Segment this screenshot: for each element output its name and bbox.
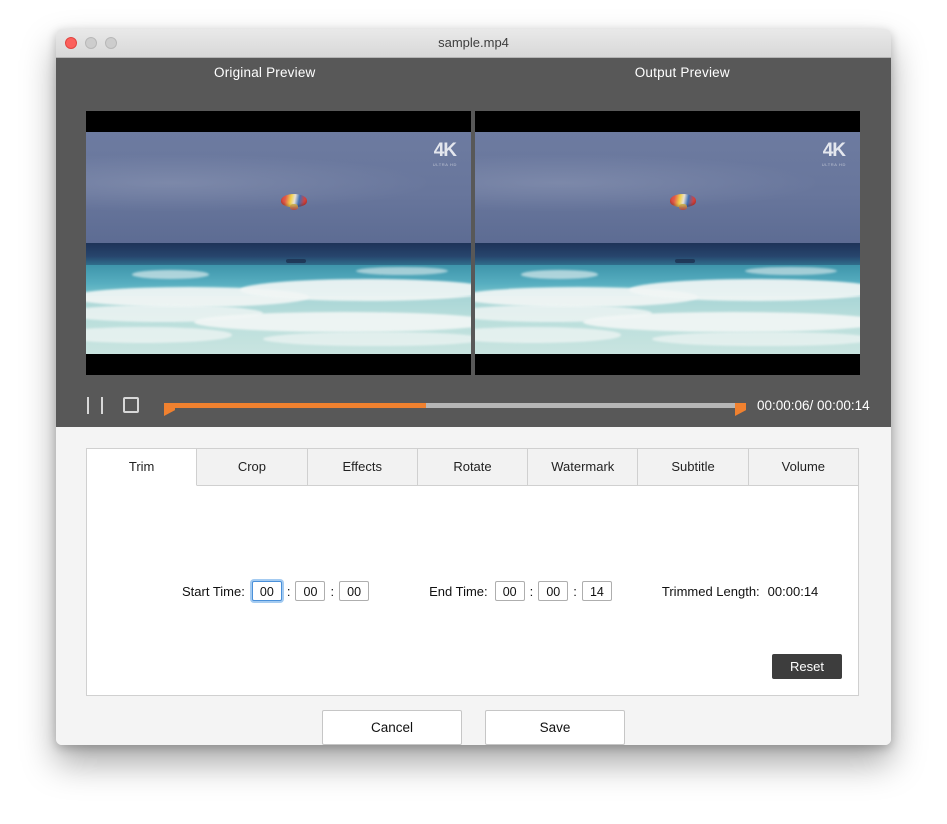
action-buttons: Cancel Save	[56, 710, 891, 745]
trim-handle-start[interactable]	[164, 403, 175, 416]
pause-bar	[87, 397, 89, 414]
start-time-label: Start Time:	[182, 584, 245, 599]
video-previews: 4K ULTRA HD	[86, 111, 861, 375]
original-preview-label: Original Preview	[56, 58, 474, 87]
original-video-preview[interactable]: 4K ULTRA HD	[86, 111, 471, 375]
preview-area: Original Preview Output Preview	[56, 58, 891, 427]
boat	[675, 259, 695, 263]
parasail-rig	[679, 204, 687, 210]
wave-foam	[629, 279, 860, 301]
save-button[interactable]: Save	[485, 710, 625, 745]
trim-controls: Start Time: 00 : 00 : 00 End Time: 00 : …	[182, 581, 818, 601]
end-seconds-input[interactable]: 14	[582, 581, 612, 601]
end-minutes-input[interactable]: 00	[538, 581, 568, 601]
editor-window: sample.mp4 Original Preview Output Previ…	[56, 29, 891, 745]
sky-haze	[475, 150, 860, 217]
wave-foam	[194, 312, 471, 332]
transport-bar: 00:00:06/ 00:00:14	[56, 383, 891, 427]
cancel-button[interactable]: Cancel	[322, 710, 462, 745]
parasail-rig	[290, 204, 298, 210]
timecode-display: 00:00:06/ 00:00:14	[757, 398, 870, 413]
timeline-slider[interactable]	[164, 394, 740, 416]
start-minutes-input[interactable]: 00	[295, 581, 325, 601]
tab-watermark[interactable]: Watermark	[528, 449, 638, 485]
tab-subtitle[interactable]: Subtitle	[638, 449, 748, 485]
output-preview-label: Output Preview	[474, 58, 892, 87]
sky-haze	[86, 150, 471, 217]
parasail	[670, 194, 696, 211]
timeline-progress	[164, 403, 426, 408]
reset-button[interactable]: Reset	[772, 654, 842, 679]
end-hours-input[interactable]: 00	[495, 581, 525, 601]
parasail	[281, 194, 307, 211]
tab-volume[interactable]: Volume	[749, 449, 858, 485]
stop-icon[interactable]	[123, 397, 139, 413]
video-frame-output	[475, 132, 860, 354]
preview-labels: Original Preview Output Preview	[56, 58, 891, 87]
screen: sample.mp4 Original Preview Output Previ…	[0, 0, 947, 824]
window-title: sample.mp4	[56, 35, 891, 50]
wave-foam	[132, 270, 209, 279]
start-hours-input[interactable]: 00	[252, 581, 282, 601]
trim-handle-end[interactable]	[735, 403, 746, 416]
pause-icon[interactable]	[87, 397, 103, 414]
start-seconds-input[interactable]: 00	[339, 581, 369, 601]
wave-foam	[240, 279, 471, 301]
tab-rotate[interactable]: Rotate	[418, 449, 528, 485]
pause-bar	[101, 397, 103, 414]
tab-bar: Trim Crop Effects Rotate Watermark Subti…	[86, 448, 859, 486]
tab-effects[interactable]: Effects	[308, 449, 418, 485]
start-separator-1: :	[287, 584, 291, 599]
video-frame-original	[86, 132, 471, 354]
tab-content-trim: Start Time: 00 : 00 : 00 End Time: 00 : …	[86, 486, 859, 696]
deep-sea	[86, 243, 471, 265]
end-time-label: End Time:	[429, 584, 488, 599]
tab-trim[interactable]: Trim	[87, 449, 197, 486]
wave-foam	[521, 270, 598, 279]
output-video-preview[interactable]: 4K ULTRA HD	[475, 111, 860, 375]
end-separator-1: :	[530, 584, 534, 599]
tab-crop[interactable]: Crop	[197, 449, 307, 485]
window-titlebar: sample.mp4	[56, 29, 891, 58]
trimmed-length-value: 00:00:14	[768, 584, 819, 599]
deep-sea	[475, 243, 860, 265]
end-separator-2: :	[573, 584, 577, 599]
start-separator-2: :	[330, 584, 334, 599]
tab-panel: Trim Crop Effects Rotate Watermark Subti…	[86, 448, 859, 696]
wave-foam	[583, 312, 860, 332]
editor-panel: Trim Crop Effects Rotate Watermark Subti…	[56, 427, 891, 745]
boat	[286, 259, 306, 263]
trimmed-length-label: Trimmed Length:	[662, 584, 760, 599]
